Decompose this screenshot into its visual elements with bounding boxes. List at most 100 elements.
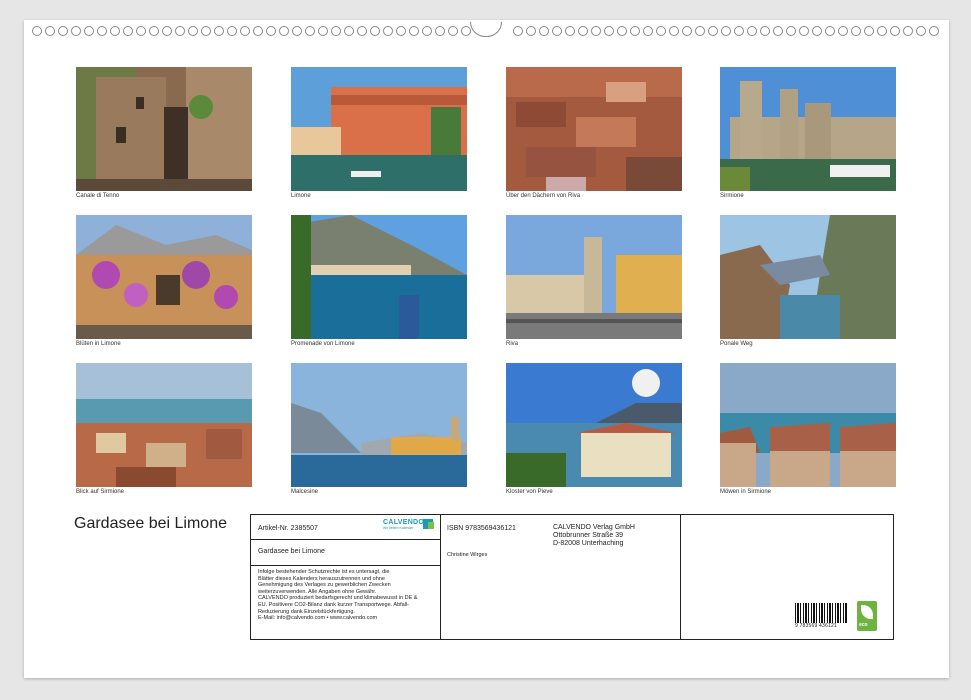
photo-caption: Blick auf Sirmione	[76, 489, 125, 495]
binding-hole-icon	[422, 26, 432, 36]
photo-ponale-weg	[720, 215, 896, 339]
photo-limone	[291, 67, 467, 191]
binding-hole-icon	[435, 26, 445, 36]
isbn: ISBN 9783569436121	[447, 525, 516, 532]
publisher-city: D-82008 Unterhaching	[553, 540, 624, 547]
photo-rooftops-riva	[506, 67, 682, 191]
binding-hole-icon	[175, 26, 185, 36]
binding-hole-icon	[864, 26, 874, 36]
binding-hole-icon	[110, 26, 120, 36]
binding-hole-icon	[682, 26, 692, 36]
photo-sirmione	[720, 67, 896, 191]
binding-hole-icon	[669, 26, 679, 36]
photo-caption: Promenade von Limone	[291, 341, 355, 347]
binding-hole-icon	[526, 26, 536, 36]
legal-line: EU. Positivere CO2-Bilanz dank kurzer Tr…	[258, 601, 410, 608]
legal-line: Infolge bestehender Schutzrechte ist es …	[258, 569, 390, 575]
binding-hole-icon	[292, 26, 302, 36]
photo-promenade-von-limone	[291, 215, 467, 339]
photo-moewen-in-sirmione	[720, 363, 896, 487]
photo-caption: Canale di Tenno	[76, 193, 120, 199]
photo-caption: Sirmione	[720, 193, 744, 199]
binding-hole-icon	[721, 26, 731, 36]
legal-email-line: E-Mail: info@calvendo.com • www.calvendo…	[258, 615, 378, 622]
photo-kloster-von-pieve	[506, 363, 682, 487]
binding-hole-icon	[591, 26, 601, 36]
legal-line: Genehmigung des Verlages zu gewerblichen…	[258, 582, 391, 589]
binding-hole-icon	[45, 26, 55, 36]
photo-caption: Ponale Weg	[720, 341, 753, 347]
legal-line: CALVENDO produziert bedarfsgerecht und k…	[258, 595, 418, 602]
binding-hole-icon	[84, 26, 94, 36]
binding-hole-icon	[149, 26, 159, 36]
photo-blick-auf-sirmione	[76, 363, 252, 487]
binding-hole-icon	[344, 26, 354, 36]
binding-hole-icon	[370, 26, 380, 36]
binding-hole-icon	[643, 26, 653, 36]
binding-hole-icon	[851, 26, 861, 36]
binding-hole-icon	[331, 26, 341, 36]
binding-hole-icon	[461, 26, 471, 36]
binding-hole-icon	[188, 26, 198, 36]
binding-hole-icon	[747, 26, 757, 36]
photo-riva	[506, 215, 682, 339]
binding-hole-icon	[552, 26, 562, 36]
binding-hole-icon	[136, 26, 146, 36]
calendar-title: Gardasee bei Limone	[74, 515, 227, 532]
isbn-barcode: 9 783569 436121	[795, 603, 847, 629]
binding-hole-icon	[604, 26, 614, 36]
binding-hole-icon	[383, 26, 393, 36]
binding-hole-icon	[357, 26, 367, 36]
binding-hole-icon	[305, 26, 315, 36]
binding-hole-icon	[32, 26, 42, 36]
photo-malcesine	[291, 363, 467, 487]
info-box: Artikel-Nr. 2385507 CALVENDO Wir lieben …	[250, 514, 894, 640]
binding-hole-icon	[630, 26, 640, 36]
binding-hole-icon	[266, 26, 276, 36]
binding-hole-icon	[838, 26, 848, 36]
binding-hole-icon	[409, 26, 419, 36]
binding-hole-icon	[227, 26, 237, 36]
binding-hole-icon	[708, 26, 718, 36]
binding-hole-icon	[916, 26, 926, 36]
binding-hole-icon	[318, 26, 328, 36]
binding-hole-icon	[214, 26, 224, 36]
binding-hole-icon	[929, 26, 939, 36]
binding-hole-icon	[396, 26, 406, 36]
binding-hole-icon	[240, 26, 250, 36]
barcode-number: 9 783569 436121	[795, 623, 837, 629]
binding-hole-icon	[565, 26, 575, 36]
photo-blueten-in-limone	[76, 215, 252, 339]
binding-hole-icon	[812, 26, 822, 36]
binding-hole-icon	[448, 26, 458, 36]
binding-hole-icon	[760, 26, 770, 36]
binding-hole-icon	[123, 26, 133, 36]
binding-hole-icon	[799, 26, 809, 36]
legal-text: Infolge bestehender Schutzrechte ist es …	[258, 569, 417, 622]
photo-caption: Malcesine	[291, 489, 319, 495]
binding-hole-icon	[539, 26, 549, 36]
calvendo-logo: CALVENDO Wir lieben Kalender	[383, 519, 437, 537]
logo-mark-accent-icon	[428, 522, 434, 529]
photo-caption: Riva	[506, 341, 519, 347]
barcode-bars-icon	[795, 603, 847, 623]
binding-hole-icon	[617, 26, 627, 36]
leaf-icon	[861, 605, 873, 619]
calendar-back-sheet: Canale di Tenno Limone Über den Dächern …	[24, 20, 949, 678]
binding-hole-icon	[734, 26, 744, 36]
publisher-name: CALVENDO Verlag GmbH	[553, 524, 635, 531]
binding-hole-icon	[773, 26, 783, 36]
product-title: Gardasee bei Limone	[258, 548, 325, 555]
article-number: Artikel-Nr. 2385507	[258, 525, 318, 532]
binding-hole-icon	[903, 26, 913, 36]
eco-label: eco	[859, 622, 868, 628]
photo-canale-di-tenno	[76, 67, 252, 191]
binding-hole-icon	[162, 26, 172, 36]
binding-hole-icon	[279, 26, 289, 36]
photo-caption: Blüten in Limone	[76, 341, 121, 347]
photo-caption: Möwen in Sirmione	[720, 489, 772, 495]
photo-caption: Limone	[291, 193, 311, 199]
binding-hole-icon	[201, 26, 211, 36]
author: Christine Wirges	[447, 552, 488, 558]
publisher-street: Ottobrunner Straße 39	[553, 532, 624, 539]
